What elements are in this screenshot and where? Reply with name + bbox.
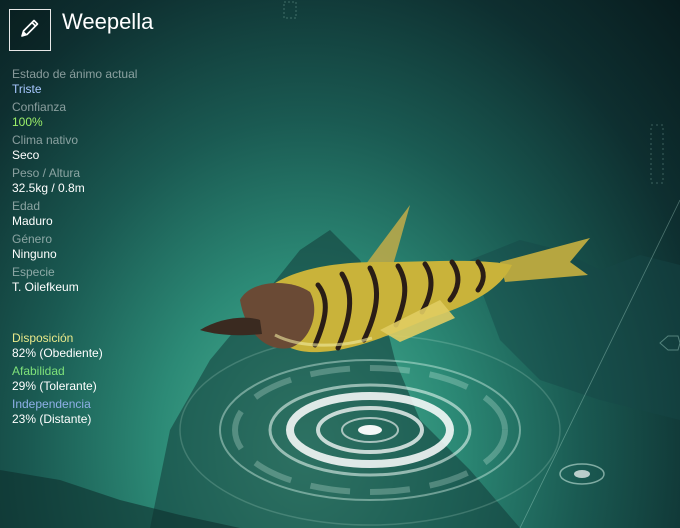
stat-value: T. Oilefkeum — [12, 280, 79, 294]
stat-label: Estado de ánimo actual — [12, 67, 138, 81]
trait-label: Independencia — [12, 397, 91, 411]
stat-value: Ninguno — [12, 247, 57, 261]
stat-label: Edad — [12, 199, 41, 213]
trait-value: 82% (Obediente) — [12, 346, 103, 360]
stats-panel: Estado de ánimo actual Triste Confianza … — [12, 67, 252, 298]
stat-label: Especie — [12, 265, 55, 279]
stat-value: Maduro — [12, 214, 53, 228]
stat-value: 100% — [12, 115, 43, 129]
stat-species: Especie T. Oilefkeum — [12, 265, 252, 295]
traits-panel: Disposición 82% (Obediente) Afabilidad 2… — [12, 331, 252, 430]
trait-independence: Independencia 23% (Distante) — [12, 397, 252, 427]
stat-label: Confianza — [12, 100, 67, 114]
trait-value: 29% (Tolerante) — [12, 379, 97, 393]
trait-value: 23% (Distante) — [12, 412, 92, 426]
pencil-icon — [18, 16, 42, 45]
trait-label: Afabilidad — [12, 364, 65, 378]
stat-value: 32.5kg / 0.8m — [12, 181, 85, 195]
stat-value: Seco — [12, 148, 40, 162]
stat-label: Peso / Altura — [12, 166, 81, 180]
trait-disposition: Disposición 82% (Obediente) — [12, 331, 252, 361]
stat-weight-height: Peso / Altura 32.5kg / 0.8m — [12, 166, 252, 196]
stat-value: Triste — [12, 82, 42, 96]
stat-climate: Clima nativo Seco — [12, 133, 252, 163]
stat-gender: Género Ninguno — [12, 232, 252, 262]
stat-mood: Estado de ánimo actual Triste — [12, 67, 252, 97]
stat-label: Clima nativo — [12, 133, 79, 147]
stat-age: Edad Maduro — [12, 199, 252, 229]
stat-label: Género — [12, 232, 53, 246]
trait-label: Disposición — [12, 331, 74, 345]
trait-affability: Afabilidad 29% (Tolerante) — [12, 364, 252, 394]
edit-name-button[interactable] — [9, 9, 51, 51]
stat-trust: Confianza 100% — [12, 100, 252, 130]
creature-name: Weepella — [62, 9, 154, 34]
